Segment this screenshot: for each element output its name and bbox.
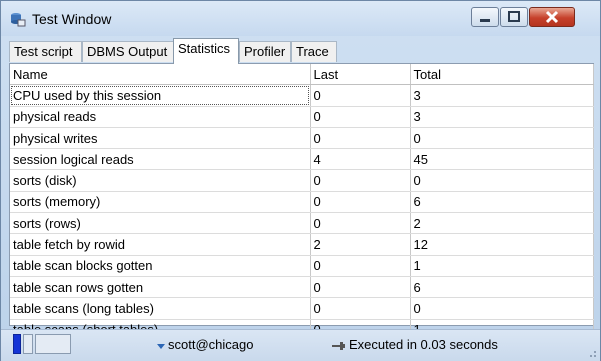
cell-last[interactable]: 0 [310, 276, 411, 299]
table-row[interactable]: table scan blocks gotten 0 1 [10, 255, 594, 277]
minimize-button[interactable] [471, 7, 499, 27]
statistics-grid: Name Last Total CPU used by this session… [10, 64, 594, 341]
cell-total[interactable]: 2 [410, 212, 594, 235]
cell-total[interactable]: 3 [410, 84, 594, 107]
cell-last[interactable]: 0 [310, 212, 411, 235]
cell-name[interactable]: sorts (disk) [10, 169, 311, 192]
status-bar: scott@chicago Executed in 0.03 seconds [1, 329, 600, 361]
column-header-total[interactable]: Total [410, 64, 594, 86]
cell-total[interactable]: 3 [410, 106, 594, 128]
table-row[interactable]: physical reads 0 3 [10, 106, 594, 128]
cell-total[interactable]: 0 [410, 169, 594, 192]
cell-total[interactable]: 6 [410, 276, 594, 299]
tab-profiler[interactable]: Profiler [239, 41, 291, 62]
cell-name[interactable]: sorts (memory) [10, 191, 311, 214]
tab-statistics[interactable]: Statistics [173, 38, 239, 64]
cell-last[interactable]: 4 [310, 148, 411, 171]
maximize-icon [508, 11, 520, 22]
table-row[interactable]: table scan rows gotten 0 6 [10, 276, 594, 299]
cell-total[interactable]: 0 [410, 297, 594, 320]
close-icon [545, 10, 559, 24]
pin-icon [332, 339, 346, 354]
table-row[interactable]: sorts (disk) 0 0 [10, 169, 594, 192]
cell-name[interactable]: table scans (long tables) [10, 297, 311, 320]
cell-name[interactable]: CPU used by this session [10, 84, 311, 107]
app-icon [10, 11, 26, 27]
cell-last[interactable]: 0 [310, 191, 411, 214]
cell-name[interactable]: physical writes [10, 127, 311, 150]
cell-last[interactable]: 0 [310, 127, 411, 150]
cell-last[interactable]: 0 [310, 255, 411, 277]
cell-total[interactable]: 0 [410, 127, 594, 150]
execution-status: Executed in 0.03 seconds [349, 337, 498, 352]
table-row[interactable]: CPU used by this session 0 3 [10, 84, 594, 107]
table-row[interactable]: session logical reads 4 45 [10, 148, 594, 171]
tab-strip: Test script DBMS Output Statistics Profi… [9, 38, 592, 64]
cell-last[interactable]: 2 [310, 233, 411, 256]
statistics-panel: Name Last Total CPU used by this session… [9, 63, 594, 341]
cell-name[interactable]: sorts (rows) [10, 212, 311, 235]
cell-last[interactable]: 0 [310, 297, 411, 320]
column-header-last[interactable]: Last [310, 64, 411, 86]
tab-test-script[interactable]: Test script [9, 41, 82, 62]
progress-segment [35, 334, 71, 354]
close-button[interactable] [529, 7, 575, 27]
cell-total[interactable]: 45 [410, 148, 594, 171]
resize-grip-icon[interactable] [589, 350, 597, 358]
connection-dropdown-icon[interactable] [157, 339, 165, 354]
cell-total[interactable]: 1 [410, 255, 594, 277]
title-bar[interactable]: Test Window [1, 1, 600, 36]
column-header-name[interactable]: Name [10, 64, 311, 86]
progress-segment [23, 334, 33, 354]
cell-name[interactable]: table scan rows gotten [10, 276, 311, 299]
header-row: Name Last Total [10, 64, 594, 86]
maximize-button[interactable] [500, 7, 528, 27]
test-window: Test Window Test script DBMS Output Stat… [0, 0, 601, 361]
minimize-icon [480, 19, 490, 22]
connection-label[interactable]: scott@chicago [168, 337, 253, 352]
table-row[interactable]: table scans (long tables) 0 0 [10, 297, 594, 320]
progress-segment-filled [13, 334, 21, 354]
cell-name[interactable]: table fetch by rowid [10, 233, 311, 256]
table-row[interactable]: table fetch by rowid 2 12 [10, 233, 594, 256]
window-title: Test Window [32, 11, 112, 27]
cell-last[interactable]: 0 [310, 84, 411, 107]
table-row[interactable]: physical writes 0 0 [10, 127, 594, 150]
cell-name[interactable]: session logical reads [10, 148, 311, 171]
cell-last[interactable]: 0 [310, 169, 411, 192]
cell-total[interactable]: 12 [410, 233, 594, 256]
table-row[interactable]: sorts (memory) 0 6 [10, 191, 594, 214]
cell-name[interactable]: table scan blocks gotten [10, 255, 311, 277]
cell-name[interactable]: physical reads [10, 106, 311, 128]
cell-total[interactable]: 6 [410, 191, 594, 214]
tab-trace[interactable]: Trace [291, 41, 337, 62]
cell-last[interactable]: 0 [310, 106, 411, 128]
tab-dbms-output[interactable]: DBMS Output [82, 41, 174, 62]
table-row[interactable]: sorts (rows) 0 2 [10, 212, 594, 235]
